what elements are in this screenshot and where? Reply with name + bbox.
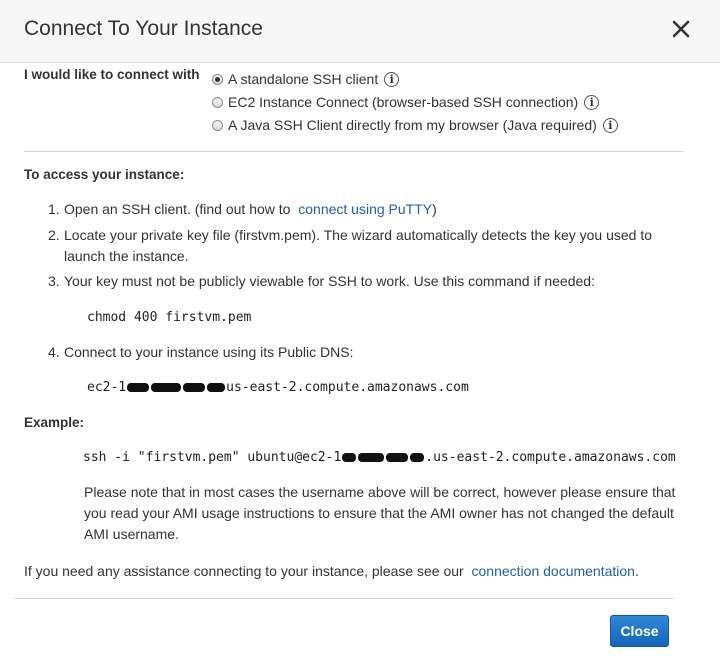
- redaction-mark: [410, 453, 425, 462]
- dialog-header: Connect To Your Instance: [0, 0, 720, 63]
- info-icon[interactable]: i: [602, 117, 618, 133]
- redaction-mark: [207, 383, 226, 392]
- step-number: 4.: [48, 344, 60, 360]
- radio-java-ssh[interactable]: [212, 119, 223, 131]
- redaction-mark: [127, 383, 150, 392]
- username-note: Please note that in most cases the usern…: [84, 484, 676, 542]
- dialog-body: I would like to connect with A standalon…: [24, 62, 684, 579]
- help-suffix: .: [634, 563, 639, 579]
- connection-method-label: I would like to connect with: [24, 67, 200, 82]
- ssh-prefix: ssh -i "firstvm.pem" ubuntu@ec2-1: [83, 450, 342, 465]
- option-standalone-ssh[interactable]: A standalone SSH client i: [212, 68, 400, 90]
- connect-instance-dialog: Connect To Your Instance I would like to…: [0, 0, 720, 666]
- step-number: 2.: [48, 227, 60, 243]
- radio-standalone-ssh[interactable]: [212, 73, 223, 85]
- step-text: Locate your private key file (firstvm.pe…: [64, 227, 652, 264]
- help-text: If you need any assistance connecting to…: [24, 563, 639, 579]
- redaction-mark: [386, 453, 409, 462]
- option-java-ssh[interactable]: A Java SSH Client directly from my brows…: [212, 114, 618, 136]
- step-text: Connect to your instance using its Publi…: [64, 344, 354, 360]
- step-number: 3.: [48, 273, 60, 289]
- redaction-mark: [342, 453, 357, 462]
- close-button[interactable]: Close: [610, 615, 669, 647]
- redaction-mark: [151, 383, 182, 392]
- step-1-suffix: ): [432, 201, 437, 217]
- step-4: 4. Connect to your instance using its Pu…: [48, 342, 668, 363]
- connection-documentation-link[interactable]: connection documentation: [472, 563, 635, 579]
- section-divider: [24, 151, 684, 152]
- option-ec2-instance-connect[interactable]: EC2 Instance Connect (browser-based SSH …: [212, 91, 600, 113]
- option-label: A standalone SSH client: [228, 71, 379, 87]
- connection-method-group: I would like to connect with A standalon…: [24, 62, 684, 150]
- step-1-text: Open an SSH client. (find out how to: [64, 201, 291, 217]
- help-text-body: If you need any assistance connecting to…: [24, 563, 464, 579]
- step-2: 2. Locate your private key file (firstvm…: [48, 225, 668, 267]
- step-text: Your key must not be publicly viewable f…: [64, 273, 595, 289]
- dns-suffix: us-east-2.compute.amazonaws.com: [226, 380, 469, 395]
- redaction-mark: [358, 453, 385, 462]
- info-icon[interactable]: i: [584, 94, 600, 110]
- step-3: 3. Your key must not be publicly viewabl…: [48, 271, 668, 292]
- step-1: 1. Open an SSH client. (find out how to …: [48, 199, 668, 220]
- ssh-example-command: ssh -i "firstvm.pem" ubuntu@ec2-1 .us-eas…: [83, 450, 676, 465]
- access-heading: To access your instance:: [24, 167, 185, 182]
- chmod-command: chmod 400 firstvm.pem: [87, 310, 252, 325]
- option-label: A Java SSH Client directly from my brows…: [228, 117, 597, 133]
- redaction-mark: [183, 383, 206, 392]
- dialog-title: Connect To Your Instance: [24, 17, 263, 40]
- footer-divider: [14, 598, 674, 599]
- close-icon[interactable]: [668, 16, 694, 42]
- info-icon[interactable]: i: [384, 71, 400, 87]
- step-text: Open an SSH client. (find out how to con…: [64, 199, 668, 220]
- dns-prefix: ec2-1: [87, 380, 127, 395]
- radio-ec2-instance-connect[interactable]: [212, 96, 223, 108]
- example-heading: Example:: [24, 415, 85, 430]
- putty-link[interactable]: connect using PuTTY: [298, 201, 432, 217]
- step-number: 1.: [48, 201, 60, 217]
- ssh-suffix: .us-east-2.compute.amazonaws.com: [425, 450, 676, 465]
- public-dns: ec2-1 us-east-2.compute.amazonaws.com: [87, 380, 469, 395]
- option-label: EC2 Instance Connect (browser-based SSH …: [228, 94, 579, 110]
